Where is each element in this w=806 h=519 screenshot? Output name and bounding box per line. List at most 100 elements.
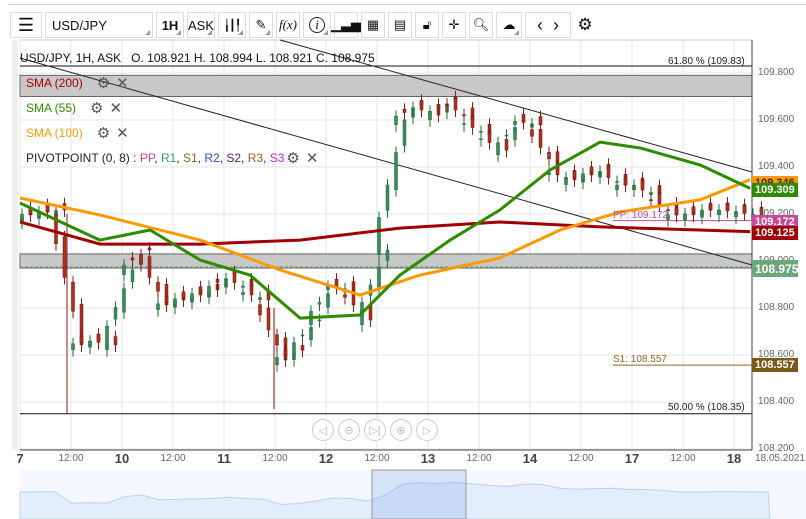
time-tick-label: 12:00 bbox=[160, 453, 186, 464]
close-icon[interactable]: ✕ bbox=[116, 124, 129, 142]
candle-body bbox=[385, 184, 390, 211]
candle-body bbox=[683, 213, 687, 220]
pivot-item-pp[interactable]: PP bbox=[140, 151, 154, 165]
time-tick-label: 17 bbox=[624, 451, 640, 466]
time-tick-label: 14 bbox=[522, 451, 538, 466]
candle-body bbox=[606, 166, 611, 178]
candle-body bbox=[547, 151, 551, 160]
candle-body bbox=[113, 336, 118, 346]
candle-body bbox=[691, 206, 696, 213]
pivot-item-r3[interactable]: R3 bbox=[248, 151, 263, 165]
candle-body bbox=[71, 281, 75, 312]
candle-body bbox=[462, 114, 466, 116]
candle-body bbox=[445, 104, 449, 106]
candle-body bbox=[742, 205, 747, 214]
pp-label: PP: 109.172 bbox=[613, 210, 669, 221]
close-icon[interactable]: ✕ bbox=[109, 99, 122, 117]
candle-body bbox=[385, 249, 390, 261]
candle-body bbox=[589, 166, 594, 173]
pivot-item-s2[interactable]: S2 bbox=[226, 151, 241, 165]
candle-body bbox=[419, 100, 424, 111]
candle-body bbox=[156, 281, 160, 292]
separator: , bbox=[263, 151, 270, 165]
reset-end-icon[interactable]: ▷| bbox=[364, 419, 386, 441]
candle-body bbox=[453, 97, 458, 111]
close-icon[interactable]: ✕ bbox=[116, 74, 129, 92]
left-gutter bbox=[12, 40, 18, 450]
candle-body bbox=[649, 199, 653, 201]
gear-icon[interactable]: ⚙ bbox=[97, 124, 110, 142]
pivot-item-s1[interactable]: S1 bbox=[183, 151, 198, 165]
price-tag: 108.975 bbox=[752, 260, 798, 277]
candle-body bbox=[343, 294, 347, 298]
candle-body bbox=[402, 119, 407, 146]
price-tick-label: 108.400 bbox=[758, 396, 795, 407]
candle-body bbox=[266, 307, 271, 331]
separator: , bbox=[154, 151, 161, 165]
gear-icon[interactable]: ⚙ bbox=[286, 149, 299, 167]
price-tick-label: 108.800 bbox=[758, 302, 795, 313]
candle-body bbox=[215, 278, 220, 283]
candle-body bbox=[130, 269, 135, 282]
pivot-item-s3[interactable]: S3 bbox=[270, 151, 285, 165]
time-tick-label: 12:00 bbox=[58, 453, 84, 464]
candle-body bbox=[139, 254, 143, 264]
time-tick-label: 12:00 bbox=[670, 453, 696, 464]
legend-sma-200: SMA (200) ⚙ ✕ bbox=[26, 74, 129, 92]
candle-body bbox=[581, 173, 585, 180]
candle-body bbox=[198, 286, 203, 293]
candle-body bbox=[734, 212, 738, 218]
pivot-items: PP, R1, S1, R2, S2, R3, S3 bbox=[140, 151, 285, 165]
gear-icon[interactable]: ⚙ bbox=[90, 99, 103, 117]
candle-body bbox=[232, 271, 237, 283]
zoom-in-icon[interactable]: ⊕ bbox=[390, 419, 412, 441]
price-tick-label: 109.800 bbox=[758, 67, 795, 78]
candle-body bbox=[394, 152, 398, 190]
sma-55-label[interactable]: SMA (55) bbox=[26, 101, 76, 115]
candle-body bbox=[640, 180, 645, 191]
candle-body bbox=[411, 107, 415, 110]
pivot-label[interactable]: PIVOTPOINT (0, 8) bbox=[26, 151, 130, 165]
scroll-right-icon[interactable]: ▷ bbox=[416, 419, 438, 441]
candle-body bbox=[88, 340, 92, 345]
gear-icon[interactable]: ⚙ bbox=[97, 74, 110, 92]
price-tick-label: 109.400 bbox=[758, 161, 795, 172]
zoom-out-icon[interactable]: ⊖ bbox=[338, 419, 360, 441]
candle-body bbox=[130, 257, 135, 261]
candle-body bbox=[377, 217, 381, 255]
price-tag: 108.557 bbox=[752, 358, 798, 372]
time-tick-label: 11 bbox=[217, 451, 231, 466]
legend-pivot: PIVOTPOINT (0, 8) : PP, R1, S1, R2, S2, … bbox=[26, 149, 318, 167]
close-icon[interactable]: ✕ bbox=[306, 149, 319, 167]
candle-body bbox=[300, 334, 305, 337]
candle-body bbox=[717, 210, 721, 215]
pivot-item-r1[interactable]: R1 bbox=[161, 151, 176, 165]
candle-body bbox=[147, 256, 152, 278]
sma-100-label[interactable]: SMA (100) bbox=[26, 126, 83, 140]
candle-body bbox=[317, 302, 322, 305]
candle-body bbox=[598, 173, 602, 176]
price-tick-label: 109.600 bbox=[758, 114, 795, 125]
pivot-item-r2[interactable]: R2 bbox=[204, 151, 219, 165]
candle-body bbox=[122, 288, 126, 313]
candle-body bbox=[530, 129, 534, 137]
candle-body bbox=[20, 213, 24, 220]
ohlc-header: USD/JPY, 1H, ASK O. 108.921 H. 108.994 L… bbox=[20, 51, 375, 65]
candle-body bbox=[402, 108, 407, 113]
time-tick-label: 12:00 bbox=[466, 453, 492, 464]
candle-body bbox=[283, 350, 288, 356]
candle-body bbox=[462, 123, 466, 126]
zone-band bbox=[19, 74, 753, 97]
fib-61-label: 61.80 % (109.83) bbox=[668, 56, 745, 67]
candle-body bbox=[122, 264, 126, 275]
candle-body bbox=[538, 128, 543, 148]
legend-sma-55: SMA (55) ⚙ ✕ bbox=[26, 99, 122, 117]
candle-body bbox=[479, 131, 483, 133]
candle-body bbox=[674, 207, 679, 216]
time-tick-label: 12 bbox=[318, 451, 334, 466]
sma-200-label[interactable]: SMA (200) bbox=[26, 76, 83, 90]
time-tick-label: 12:00 bbox=[364, 453, 390, 464]
separator: , bbox=[176, 151, 183, 165]
scroll-left-icon[interactable]: ◁ bbox=[312, 419, 334, 441]
candle-body bbox=[147, 247, 152, 251]
